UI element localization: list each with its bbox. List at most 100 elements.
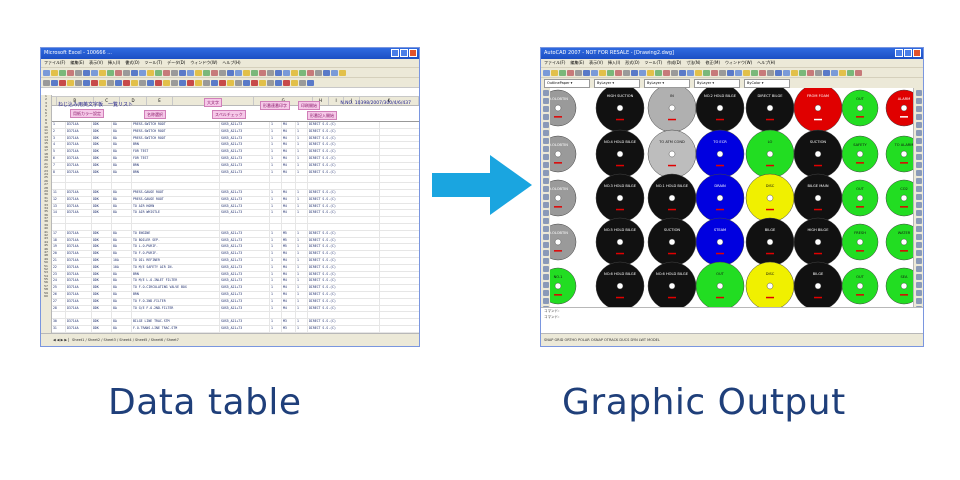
cad-side-tool-icon[interactable] <box>915 266 922 272</box>
table-cell[interactable]: 8A <box>112 271 132 278</box>
spreadsheet-tool-icon[interactable] <box>211 69 218 76</box>
table-cell[interactable]: DIRECT S.S.(C) <box>308 189 380 196</box>
entry-start-button[interactable]: 形番記入開始 <box>307 111 337 120</box>
format-tool-icon[interactable] <box>227 79 234 86</box>
menu-item-8[interactable]: ヘルプ(H) <box>222 59 240 67</box>
table-cell[interactable]: SUS5_A21+73 <box>220 291 270 298</box>
cad-side-tool-icon[interactable] <box>915 194 922 200</box>
cad-side-tool-icon[interactable] <box>542 226 549 232</box>
table-cell[interactable]: . <box>220 223 270 230</box>
cad-side-tool-icon[interactable] <box>542 194 549 200</box>
table-cell[interactable]: 8A <box>112 142 132 149</box>
table-row[interactable]: 22 D3714A DDK 10A TO M/E SAFETY AIR IN. SUS5_… <box>52 264 419 272</box>
table-cell[interactable]: . <box>132 223 220 230</box>
table-cell[interactable]: DDK <box>92 149 112 155</box>
cad-side-tool-icon[interactable] <box>542 154 549 160</box>
cad-tool-icon[interactable] <box>583 69 590 76</box>
table-cell[interactable]: BRN <box>132 346 220 347</box>
table-cell[interactable]: . <box>270 217 282 223</box>
table-cell[interactable]: 1 <box>296 155 308 162</box>
row-number[interactable]: 60 <box>41 294 51 298</box>
table-cell[interactable]: DIRECT S.S.(C) <box>308 142 380 149</box>
close-button[interactable] <box>409 49 417 57</box>
table-cell[interactable]: . <box>92 312 112 319</box>
table-cell[interactable]: . <box>282 176 296 183</box>
layer-dropdown[interactable]: ByLayer ▾ <box>694 78 740 88</box>
table-cell[interactable]: . <box>66 223 92 230</box>
table-cell[interactable]: TO BOILER SEP. <box>132 237 220 244</box>
drawing-canvas[interactable]: D.OLOBTIN HIGH SUCTION IN NO.2 HOLD BILGE DI… <box>550 88 914 308</box>
table-cell[interactable]: DIRECT S.S.(C) <box>308 128 380 135</box>
cad-side-tool-icon[interactable] <box>915 122 922 128</box>
table-cell[interactable]: 1 <box>270 169 282 176</box>
table-cell[interactable]: 10A <box>112 264 132 271</box>
table-cell[interactable]: 1 <box>270 155 282 162</box>
table-cell[interactable]: 1 <box>270 264 282 271</box>
table-cell[interactable]: 1 <box>270 325 282 332</box>
format-tool-icon[interactable] <box>147 79 154 86</box>
table-cell[interactable]: 23 <box>52 271 66 278</box>
spreadsheet-tool-icon[interactable] <box>283 69 290 76</box>
table-cell[interactable]: 1 <box>296 264 308 271</box>
table-cell[interactable]: 2 <box>52 128 66 135</box>
table-cell[interactable]: SUS5_A21+73 <box>220 155 270 162</box>
cad-side-tool-icon[interactable] <box>542 178 549 184</box>
format-tool-icon[interactable] <box>235 79 242 86</box>
cad-side-tool-icon[interactable] <box>915 250 922 256</box>
cad-tool-icon[interactable] <box>615 69 622 76</box>
table-cell[interactable]: 7 <box>52 162 66 169</box>
table-row[interactable]: 25 D3714A DDK 8A TO F.O.CIRCULATING VALVE BO… <box>52 285 419 292</box>
spreadsheet-tool-icon[interactable] <box>227 69 234 76</box>
table-cell[interactable]: D3714A <box>66 135 92 142</box>
table-cell[interactable]: DDK <box>92 122 112 128</box>
table-cell[interactable]: D3714A <box>66 257 92 264</box>
print-start-button[interactable]: 印刷開始 <box>298 101 320 110</box>
table-cell[interactable]: DIRECT S.S.(C) <box>308 325 380 332</box>
cad-menu-item-9[interactable]: ウィンドウ(W) <box>725 59 752 67</box>
spreadsheet-tool-icon[interactable] <box>203 69 210 76</box>
table-cell[interactable]: TO L.O.PURIF. <box>132 244 220 251</box>
table-cell[interactable]: TO F.O.2ND.FILTER <box>132 298 220 305</box>
cad-tool-icon[interactable] <box>607 69 614 76</box>
table-cell[interactable]: 1 <box>296 135 308 142</box>
cad-tool-icon[interactable] <box>711 69 718 76</box>
spreadsheet-tool-icon[interactable] <box>139 69 146 76</box>
table-cell[interactable]: 8A <box>112 210 132 217</box>
format-tool-icon[interactable] <box>123 79 130 86</box>
menu-item-4[interactable]: 書式(O) <box>125 59 139 67</box>
table-cell[interactable]: 1 <box>296 251 308 257</box>
cad-side-tool-icon[interactable] <box>542 114 549 120</box>
cad-tool-icon[interactable] <box>543 69 550 76</box>
cad-side-tool-icon[interactable] <box>542 146 549 152</box>
table-cell[interactable]: 8A <box>112 325 132 332</box>
table-cell[interactable]: PRESS.GAUGE ROOT <box>132 189 220 196</box>
format-tool-icon[interactable] <box>91 79 98 86</box>
table-cell[interactable]: 8A <box>112 149 132 155</box>
table-cell[interactable]: M4 <box>282 285 296 291</box>
table-cell[interactable]: BRN <box>132 271 220 278</box>
table-cell[interactable]: 8 <box>52 169 66 176</box>
table-cell[interactable]: . <box>220 183 270 189</box>
cad-side-tool-icon[interactable] <box>915 170 922 176</box>
spreadsheet-tool-icon[interactable] <box>75 69 82 76</box>
table-cell[interactable]: 20 <box>52 251 66 257</box>
cad-side-tool-icon[interactable] <box>542 122 549 128</box>
cad-tool-icon[interactable] <box>575 69 582 76</box>
layer-dropdown[interactable]: ByLayer ▾ <box>594 78 640 88</box>
uppercase-button[interactable]: 大文字 <box>204 98 222 107</box>
table-row[interactable]: 31 D3714A DDK 8A F.O.TRANS.LINE TRAC.STM SUS5… <box>52 325 419 333</box>
format-tool-icon[interactable] <box>203 79 210 86</box>
table-cell[interactable]: . <box>282 183 296 189</box>
table-cell[interactable]: 1 <box>296 325 308 332</box>
table-cell[interactable]: 1 <box>270 305 282 312</box>
table-cell[interactable]: 25 <box>52 285 66 291</box>
cad-tool-icon[interactable] <box>831 69 838 76</box>
table-row[interactable]: 3 D3714A DDK 8A PRESS.SWITCH ROOT SUS5_A21+73… <box>52 135 419 143</box>
cad-tool-icon[interactable] <box>855 69 862 76</box>
table-cell[interactable]: 8A <box>112 135 132 142</box>
table-cell[interactable]: D3714A <box>66 271 92 278</box>
table-cell[interactable]: 1 <box>296 162 308 169</box>
cad-side-tool-icon[interactable] <box>915 154 922 160</box>
spell-check-button[interactable]: スペルチェック <box>212 110 246 119</box>
table-row[interactable]: 19 D3714A DDK 8A TO L.O.PURIF. SUS5_A21+73 1 M5… <box>52 244 419 252</box>
